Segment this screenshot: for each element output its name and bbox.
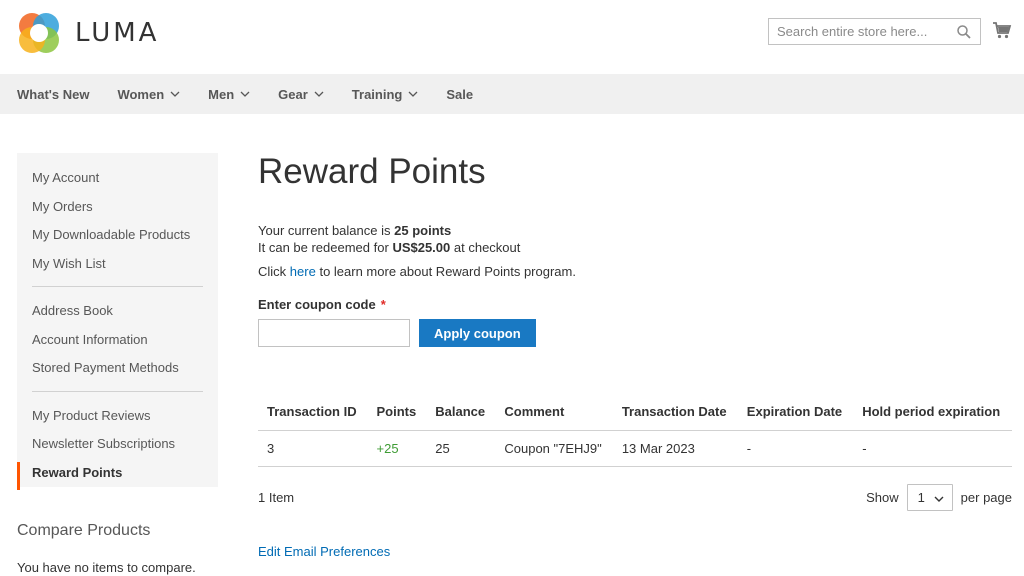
sidebar-item-downloadable-products[interactable]: My Downloadable Products (17, 224, 218, 253)
nav-item-label: What's New (17, 86, 90, 102)
nav-item-label: Gear (278, 86, 308, 102)
show-label: Show (866, 490, 899, 505)
sidebar-item-stored-payment-methods[interactable]: Stored Payment Methods (17, 357, 218, 386)
nav-item-gear[interactable]: Gear (278, 87, 324, 102)
table-header-row: Transaction ID Points Balance Comment Tr… (258, 394, 1012, 431)
logo-text: LUMA (75, 18, 160, 48)
edit-email-preferences-link[interactable]: Edit Email Preferences (258, 544, 390, 559)
column-header-hold-period-expiration: Hold period expiration (853, 394, 1012, 431)
column-header-points: Points (367, 394, 427, 431)
nav-item-label: Training (351, 86, 403, 102)
balance-value: 25 points (394, 223, 452, 238)
cell-transaction-id: 3 (258, 430, 368, 467)
redeem-suffix: at checkout (453, 240, 521, 255)
search-icon[interactable] (956, 24, 972, 40)
sidebar-item-product-reviews[interactable]: My Product Reviews (17, 405, 218, 434)
balance-info: Your current balance is 25 points It can… (258, 222, 1012, 256)
column-header-balance: Balance (426, 394, 496, 431)
column-header-comment: Comment (495, 394, 613, 431)
compare-products-title: Compare Products (17, 522, 151, 539)
learn-more-text: Click here to learn more about Reward Po… (258, 264, 1012, 279)
nav-item-sale[interactable]: Sale (446, 87, 473, 102)
nav-item-men[interactable]: Men (208, 87, 250, 102)
nav-item-whats-new[interactable]: What's New (17, 87, 89, 102)
search-input[interactable] (769, 19, 949, 44)
column-header-transaction-date: Transaction Date (612, 394, 738, 431)
cell-expiration-date: - (737, 430, 854, 467)
chevron-down-icon (408, 91, 418, 97)
sidebar-item-account-information[interactable]: Account Information (17, 329, 218, 358)
search-box (768, 18, 981, 45)
per-page-label: per page (960, 490, 1012, 505)
cell-points: +25 (367, 430, 427, 467)
page-header: LUMA (0, 0, 1024, 74)
column-header-transaction-id: Transaction ID (258, 394, 368, 431)
main-navigation: What's New Women Men Gear Training Sale (0, 74, 1024, 114)
page-limiter: Show 1 per page (866, 484, 1012, 511)
sidebar-divider (32, 286, 203, 287)
account-sidebar: My Account My Orders My Downloadable Pro… (17, 153, 218, 490)
balance-prefix: Your current balance is (258, 223, 391, 238)
required-mark: * (380, 297, 386, 312)
chevron-down-icon (240, 91, 250, 97)
sidebar-item-my-orders[interactable]: My Orders (17, 196, 218, 225)
column-header-expiration-date: Expiration Date (737, 394, 854, 431)
nav-item-label: Men (208, 86, 235, 102)
apply-coupon-button[interactable]: Apply coupon (419, 319, 536, 347)
nav-item-training[interactable]: Training (352, 87, 419, 102)
limiter-select[interactable]: 1 (906, 484, 953, 511)
sidebar-item-newsletter-subscriptions[interactable]: Newsletter Subscriptions (17, 433, 218, 462)
items-count: 1 Item (258, 490, 295, 505)
learn-more-link[interactable]: here (290, 264, 316, 279)
store-logo[interactable]: LUMA (17, 11, 159, 55)
limiter-value: 1 (917, 490, 925, 505)
cell-balance: 25 (426, 430, 496, 467)
redeem-value: US$25.00 (392, 240, 451, 255)
coupon-label-text: Enter coupon code (258, 297, 376, 312)
sidebar-item-address-book[interactable]: Address Book (17, 300, 218, 329)
reward-transactions-table: Transaction ID Points Balance Comment Tr… (258, 394, 1012, 467)
luma-logo-icon (19, 13, 59, 53)
coupon-label: Enter coupon code * (258, 297, 1012, 312)
cell-hold-period-expiration: - (853, 430, 1012, 467)
compare-empty-text: You have no items to compare. (17, 560, 196, 575)
chevron-down-icon (314, 91, 324, 97)
nav-item-women[interactable]: Women (117, 87, 180, 102)
sidebar-item-my-account[interactable]: My Account (17, 167, 218, 196)
learn-prefix: Click (258, 264, 287, 279)
chevron-down-icon (934, 496, 944, 502)
sidebar-item-wish-list[interactable]: My Wish List (17, 253, 218, 282)
redeem-prefix: It can be redeemed for (258, 240, 389, 255)
coupon-form: Apply coupon (258, 319, 1012, 347)
sidebar-divider (32, 390, 203, 392)
table-row: 3 +25 25 Coupon "7EHJ9" 13 Mar 2023 - - (258, 430, 1012, 467)
chevron-down-icon (170, 91, 180, 97)
page-title: Reward Points (258, 152, 486, 191)
nav-item-label: Sale (446, 86, 474, 102)
coupon-code-input[interactable] (258, 319, 410, 347)
learn-suffix: to learn more about Reward Points progra… (319, 264, 576, 279)
cell-comment: Coupon "7EHJ9" (495, 430, 613, 467)
main-content: Reward Points Your current balance is 25… (258, 150, 1012, 559)
sidebar-item-reward-points: Reward Points (17, 461, 218, 490)
nav-item-label: Women (117, 86, 165, 102)
cart-icon[interactable] (992, 20, 1012, 40)
cell-transaction-date: 13 Mar 2023 (612, 430, 738, 467)
